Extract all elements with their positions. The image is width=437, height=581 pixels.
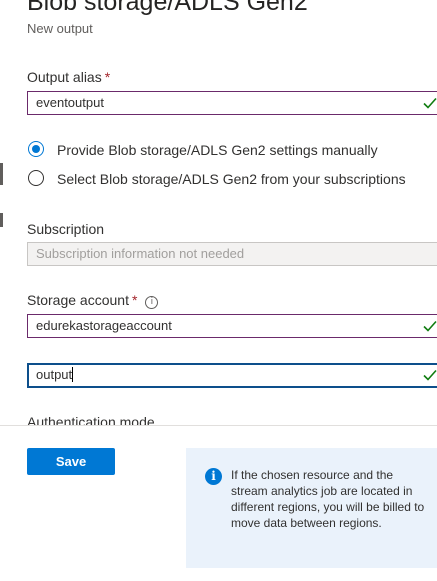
required-marker: * bbox=[131, 292, 138, 308]
left-edge-indicator bbox=[0, 163, 3, 185]
container-value: output bbox=[36, 367, 73, 382]
valid-check-icon bbox=[423, 97, 437, 109]
text-cursor bbox=[72, 367, 74, 382]
subscription-placeholder: Subscription information not needed bbox=[36, 246, 245, 261]
info-icon: i bbox=[205, 468, 222, 485]
storage-account-label: Storage account * i bbox=[27, 292, 159, 309]
page-title: Blob storage/ADLS Gen2 bbox=[27, 0, 308, 16]
storage-account-label-text: Storage account bbox=[27, 292, 129, 308]
left-edge-indicator bbox=[0, 213, 3, 227]
footer-divider bbox=[0, 425, 437, 426]
radio-button[interactable] bbox=[28, 170, 44, 186]
radio-manual-settings-label: Provide Blob storage/ADLS Gen2 settings … bbox=[57, 142, 378, 158]
container-input[interactable]: output bbox=[27, 363, 437, 388]
output-alias-input[interactable]: eventoutput bbox=[27, 91, 437, 115]
valid-check-icon bbox=[423, 369, 437, 381]
info-message-box: i If the chosen resource and the stream … bbox=[186, 448, 437, 568]
storage-account-value: edurekastorageaccount bbox=[36, 318, 172, 333]
required-marker: * bbox=[104, 69, 111, 85]
subscription-input: Subscription information not needed bbox=[27, 242, 437, 266]
page-subtitle: New output bbox=[27, 21, 93, 36]
info-icon[interactable]: i bbox=[145, 296, 159, 309]
info-message-text: If the chosen resource and the stream an… bbox=[231, 468, 425, 530]
output-alias-label: Output alias * bbox=[27, 69, 110, 85]
radio-button-selected[interactable] bbox=[28, 141, 44, 157]
subscription-label: Subscription bbox=[27, 221, 105, 237]
radio-select-subscription-label: Select Blob storage/ADLS Gen2 from your … bbox=[57, 171, 406, 187]
output-alias-label-text: Output alias bbox=[27, 69, 102, 85]
output-alias-value: eventoutput bbox=[36, 95, 104, 110]
valid-check-icon bbox=[423, 320, 437, 332]
save-button[interactable]: Save bbox=[27, 448, 115, 475]
storage-account-input[interactable]: edurekastorageaccount bbox=[27, 314, 437, 338]
